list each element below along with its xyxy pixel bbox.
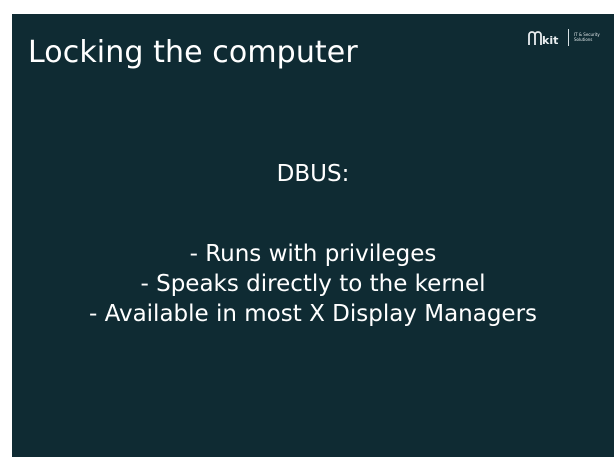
bullet-item: - Available in most X Display Managers xyxy=(88,301,538,327)
m-kit-logo-mark: kit xyxy=(527,28,558,46)
logo-tagline: IT & Security Solutions xyxy=(574,32,600,42)
bullet-list: - Runs with privileges - Speaks directly… xyxy=(12,239,614,329)
slide: Locking the computer kit IT & Security S… xyxy=(12,14,614,457)
logo-divider xyxy=(568,28,569,46)
slide-title: Locking the computer xyxy=(28,35,358,70)
bullet-item: - Speaks directly to the kernel xyxy=(140,271,486,297)
logo-wordmark: kit xyxy=(542,34,559,47)
company-logo: kit IT & Security Solutions xyxy=(527,28,600,46)
logo-tagline-line: Solutions xyxy=(574,37,593,42)
section-label: DBUS: xyxy=(276,161,350,187)
bullet-item: - Runs with privileges xyxy=(189,241,437,267)
